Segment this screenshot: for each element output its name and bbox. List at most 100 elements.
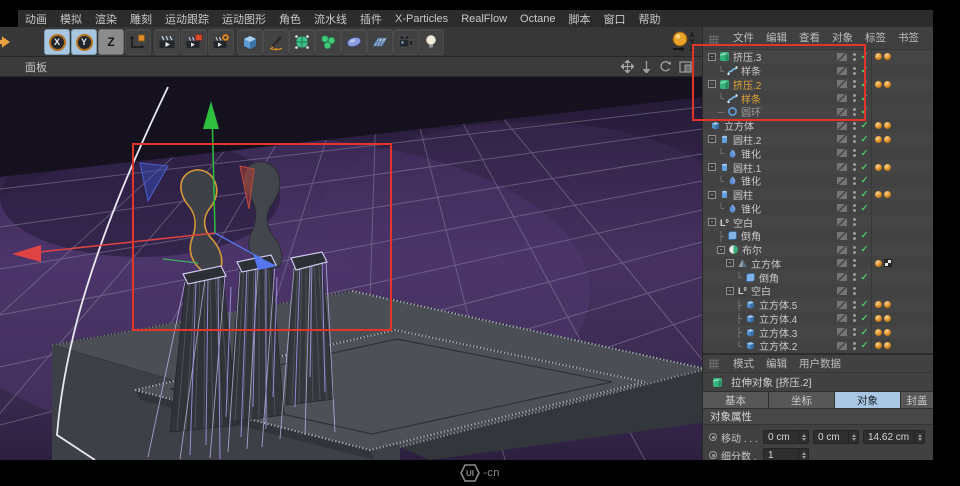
enable-check[interactable]: ✓ — [858, 79, 871, 90]
object-row-cylinder[interactable]: - 圆柱 ✓ — [703, 187, 933, 202]
tab-4[interactable]: 封盖 — [901, 392, 933, 408]
visibility-dots[interactable] — [852, 300, 856, 304]
layer-chip-icon[interactable] — [837, 107, 847, 116]
layer-chip-icon[interactable] — [837, 190, 847, 199]
material-tag-icon[interactable] — [884, 163, 891, 171]
menu-item-9[interactable]: 插件 — [360, 11, 382, 27]
visibility-dots[interactable] — [852, 80, 856, 84]
menu-item-5[interactable]: 运动跟踪 — [165, 11, 209, 27]
enable-check[interactable]: ✓ — [858, 340, 871, 351]
layer-chip-icon[interactable] — [837, 259, 847, 268]
deformer-button[interactable] — [315, 29, 341, 55]
am-menu-3[interactable]: 用户数据 — [799, 356, 841, 371]
visibility-dots[interactable] — [852, 259, 856, 263]
menu-item-7[interactable]: 角色 — [279, 11, 301, 27]
expander-icon[interactable]: - — [717, 245, 725, 254]
visibility-dots[interactable] — [852, 231, 856, 235]
material-tag-icon[interactable] — [884, 314, 891, 322]
material-tag-icon[interactable] — [884, 328, 891, 336]
param-field[interactable]: 0 cm — [763, 430, 809, 444]
material-tag-icon[interactable] — [884, 342, 891, 350]
enable-check[interactable]: ✓ — [858, 299, 871, 310]
expander-icon[interactable]: - — [708, 218, 716, 227]
axis-z-lock-button[interactable]: Z — [98, 29, 124, 55]
tab-2[interactable]: 坐标 — [769, 392, 835, 408]
material-tag-icon[interactable] — [884, 80, 891, 88]
enable-check[interactable]: ✓ — [858, 313, 871, 324]
expander-icon[interactable]: - — [708, 52, 716, 61]
object-row-null[interactable]: - L 0 空白 — [703, 215, 933, 230]
object-row-cube[interactable]: ├ 立方体.5 ✓ — [703, 297, 933, 312]
material-tag-icon[interactable] — [875, 80, 882, 88]
stepper-arrows-icon[interactable] — [798, 431, 808, 443]
enable-check[interactable]: ✓ — [858, 65, 871, 76]
material-tag-icon[interactable] — [884, 122, 891, 130]
enable-check[interactable]: ✓ — [858, 106, 871, 117]
visibility-dots[interactable] — [852, 149, 856, 153]
stepper-arrows-icon[interactable] — [914, 431, 924, 443]
menu-item-1[interactable]: 动画 — [25, 11, 47, 27]
render-picture-viewer-button[interactable] — [181, 29, 207, 55]
object-row-bevel[interactable]: └ 倒角 ✓ — [703, 270, 933, 285]
layer-chip-icon[interactable] — [837, 176, 847, 185]
expander-icon[interactable]: - — [708, 80, 716, 89]
layer-chip-icon[interactable] — [837, 52, 847, 61]
expander-icon[interactable]: - — [708, 190, 716, 199]
visibility-dots[interactable] — [852, 163, 856, 166]
xyz-axis-indicator[interactable]: XYZ — [668, 29, 702, 55]
spline-pen-button[interactable] — [263, 29, 289, 55]
layer-chip-icon[interactable] — [837, 286, 847, 295]
menu-item-11[interactable]: RealFlow — [461, 13, 507, 25]
axis-x-lock-button[interactable]: X — [44, 29, 70, 55]
enable-check[interactable]: ✓ — [858, 272, 871, 283]
object-row-pyramid[interactable]: - 立方体 — [703, 256, 933, 271]
visibility-dots[interactable] — [852, 314, 856, 318]
expander-icon[interactable]: - — [726, 286, 734, 295]
layer-chip-icon[interactable] — [837, 121, 847, 130]
om-menu-2[interactable]: 编辑 — [766, 30, 787, 45]
stepper-arrows-icon[interactable] — [848, 431, 858, 443]
material-tag-icon[interactable] — [875, 328, 882, 336]
menu-item-3[interactable]: 渲染 — [95, 11, 117, 27]
object-row-boole[interactable]: - 布尔 ✓ — [703, 242, 933, 257]
visibility-dots[interactable] — [852, 218, 856, 222]
om-menu-1[interactable]: 文件 — [733, 30, 754, 45]
viewport-canvas[interactable] — [0, 77, 702, 460]
floor-button[interactable] — [367, 29, 393, 55]
object-row-cube[interactable]: └ 立方体.2 ✓ — [703, 339, 933, 353]
camera-button[interactable] — [393, 29, 419, 55]
enable-check[interactable]: ✓ — [858, 120, 871, 131]
menu-item-10[interactable]: X-Particles — [395, 13, 448, 25]
enable-check[interactable]: ✓ — [858, 51, 871, 62]
material-tag-icon[interactable] — [884, 191, 891, 199]
menu-item-15[interactable]: 帮助 — [639, 11, 661, 27]
enable-check[interactable]: ✓ — [858, 162, 871, 173]
visibility-dots[interactable] — [852, 273, 856, 277]
stepper-arrows-icon[interactable] — [798, 449, 808, 460]
disc-button[interactable] — [341, 29, 367, 55]
material-tag-icon[interactable] — [875, 301, 882, 309]
expander-icon[interactable]: - — [708, 163, 716, 172]
material-tag-icon[interactable] — [875, 342, 882, 350]
material-tag-icon[interactable] — [875, 191, 882, 199]
menu-item-14[interactable]: 窗口 — [604, 11, 626, 27]
material-tag-icon[interactable] — [875, 259, 882, 267]
visibility-dots[interactable] — [852, 135, 856, 139]
om-menu-4[interactable]: 对象 — [832, 30, 853, 45]
object-row-cube[interactable]: ├ 立方体.4 ✓ — [703, 311, 933, 326]
visibility-dots[interactable] — [852, 107, 856, 111]
menu-item-12[interactable]: Octane — [520, 13, 555, 25]
visibility-dots[interactable] — [852, 94, 856, 98]
layer-chip-icon[interactable] — [837, 300, 847, 309]
material-tag-icon[interactable] — [884, 53, 891, 61]
object-row-taper[interactable]: └ 锥化 ✓ — [703, 146, 933, 161]
param-field[interactable]: 14.62 cm — [863, 430, 925, 444]
enable-check[interactable]: ✓ — [858, 230, 871, 241]
render-settings-button[interactable] — [208, 29, 234, 55]
rotate-view-icon[interactable] — [659, 60, 672, 73]
expander-icon[interactable]: - — [708, 135, 716, 144]
render-view-button[interactable] — [154, 29, 180, 55]
enable-check[interactable]: ✓ — [858, 203, 871, 214]
om-menu-5[interactable]: 标签 — [865, 30, 886, 45]
visibility-dots[interactable] — [852, 204, 856, 208]
